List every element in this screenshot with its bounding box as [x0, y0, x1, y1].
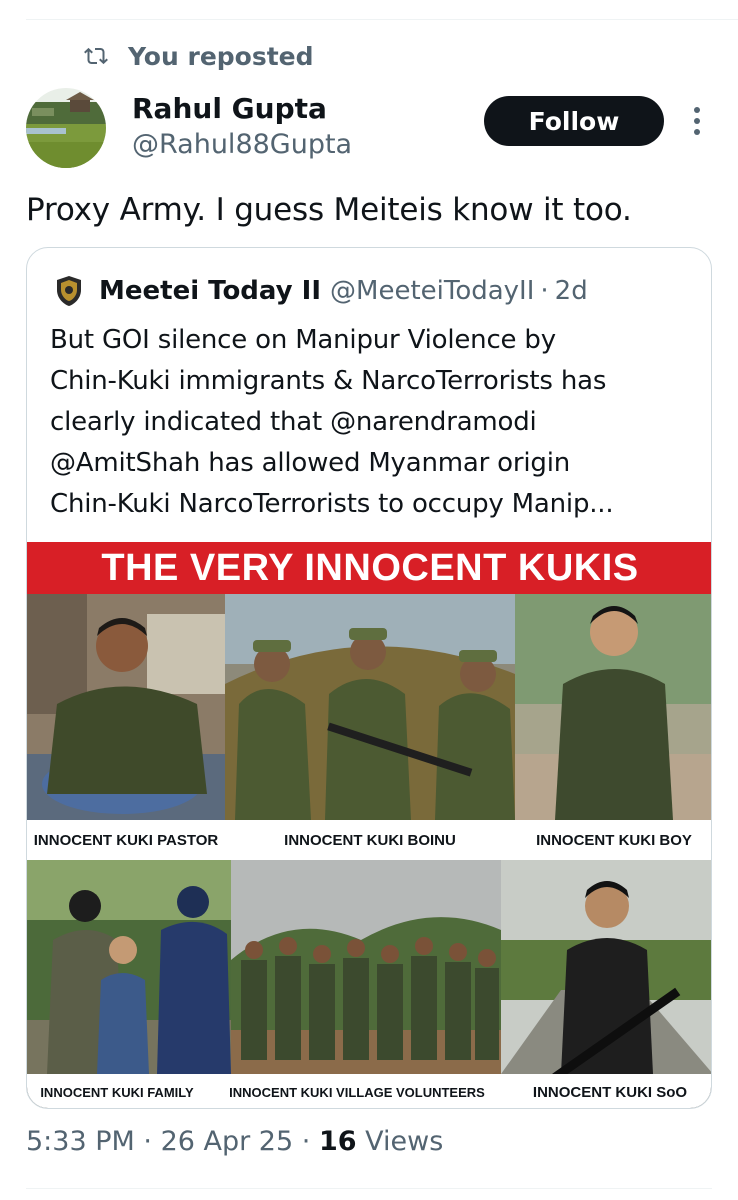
quoted-tweet-text: But GOI silence on Manipur Violence by C… [50, 325, 614, 519]
photo-soo [501, 860, 711, 1074]
views-label: Views [365, 1126, 444, 1157]
separator-dot: · [143, 1126, 152, 1157]
image-banner-title: THE VERY INNOCENT KUKIS [27, 542, 711, 594]
repost-text: You reposted [128, 41, 314, 71]
tweet-metadata: 5:33 PM · 26 Apr 25 · 16 Views [26, 1126, 443, 1157]
caption-boy: INNOCENT KUKI BOY [515, 820, 711, 860]
quoted-author-handle[interactable]: @MeeteiTodayII [330, 276, 534, 306]
quoted-tweet[interactable]: Meetei Today II @MeeteiTodayII · 2d But … [26, 247, 712, 1109]
bottom-divider [26, 1188, 712, 1189]
caption-village-volunteers: INNOCENT KUKI VILLAGE VOLUNTEERS [207, 1074, 507, 1108]
caption-boinu: INNOCENT KUKI BOINU [225, 820, 515, 860]
caption-family: INNOCENT KUKI FAMILY [27, 1074, 207, 1108]
avatar[interactable] [26, 88, 106, 168]
views-count: 16 [318, 1126, 357, 1157]
quoted-avatar[interactable] [51, 273, 87, 309]
quoted-image[interactable]: THE VERY INNOCENT KUKIS INNOCENT KUKI PA… [27, 542, 711, 1108]
separator-dot: · [301, 1126, 311, 1157]
follow-button[interactable]: Follow [484, 96, 664, 146]
quoted-author-name[interactable]: Meetei Today II [99, 276, 321, 306]
tweet-date[interactable]: 26 Apr 25 [161, 1126, 294, 1157]
separator-dot: · [540, 276, 549, 306]
photo-boinu [225, 594, 515, 820]
photo-boy [515, 594, 711, 820]
caption-soo: INNOCENT KUKI SoO [507, 1074, 711, 1108]
quoted-timestamp[interactable]: 2d [555, 276, 588, 306]
tweet-time[interactable]: 5:33 PM [26, 1126, 135, 1157]
caption-pastor: INNOCENT KUKI PASTOR [27, 820, 225, 860]
author-handle[interactable]: @Rahul88Gupta [132, 129, 352, 160]
repost-icon [84, 47, 108, 65]
more-vertical-icon[interactable] [686, 104, 708, 138]
author-name[interactable]: Rahul Gupta [132, 92, 327, 125]
photo-village-volunteers [231, 860, 501, 1074]
shield-emblem-icon [57, 276, 81, 306]
top-divider [26, 19, 738, 20]
photo-pastor [27, 594, 225, 820]
tweet-text: Proxy Army. I guess Meiteis know it too. [26, 192, 632, 228]
photo-family [27, 860, 231, 1074]
repost-indicator[interactable]: You reposted [84, 40, 314, 72]
quoted-tweet-header: Meetei Today II @MeeteiTodayII · 2d [51, 273, 588, 309]
